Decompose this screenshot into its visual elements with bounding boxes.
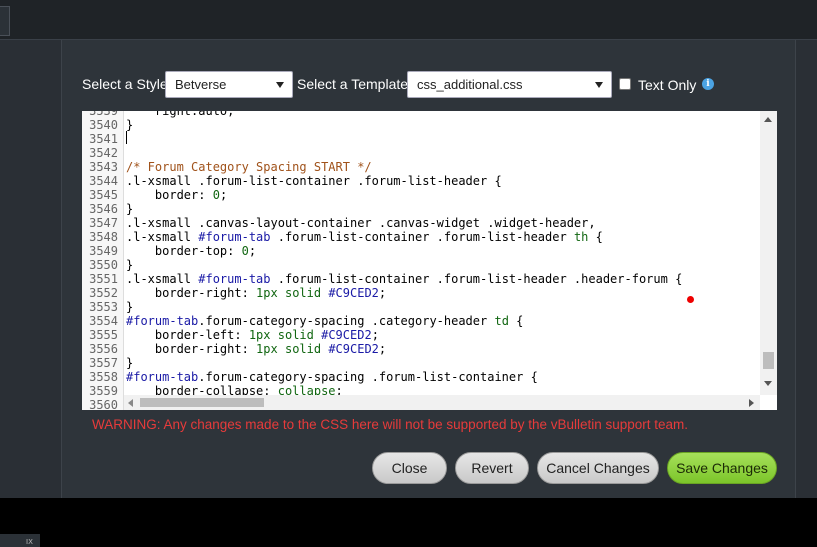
- style-select-label: Select a Style: [82, 76, 168, 92]
- code-line: 3556 border-right: 1px solid #C9CED2;: [82, 342, 762, 356]
- horizontal-scrollbar[interactable]: [124, 395, 760, 410]
- template-select-value: css_additional.css: [417, 77, 523, 92]
- save-changes-button[interactable]: Save Changes: [667, 452, 777, 484]
- top-tab[interactable]: [0, 6, 10, 36]
- bottom-tab[interactable]: [0, 534, 40, 547]
- code-text: .l-xsmall .forum-list-container .forum-l…: [126, 174, 502, 188]
- code-text: }: [126, 300, 134, 314]
- line-number: 3539: [89, 111, 118, 118]
- template-select-label: Select a Template: [297, 76, 409, 92]
- red-dot-marker: [687, 296, 694, 303]
- code-editor[interactable]: 3539 right:auto; 3540} 3541 3542 3543/* Foru…: [82, 111, 777, 410]
- code-line: 3554 #forum-tab.forum-category-spacing .c…: [82, 314, 762, 328]
- code-line: 3552 border-right: 1px solid #C9CED2;: [82, 286, 762, 300]
- line-number: 3551: [89, 272, 118, 286]
- line-number: 3558: [89, 370, 118, 384]
- scroll-left-arrow-icon[interactable]: [128, 399, 133, 407]
- text-only-label: Text Only: [638, 77, 697, 93]
- scroll-right-arrow-icon[interactable]: [749, 399, 754, 407]
- line-number: 3552: [89, 286, 118, 300]
- code-line: 3553}: [82, 300, 762, 314]
- code-line: 3558 #forum-tab.forum-category-spacing .f…: [82, 370, 762, 384]
- chevron-down-icon: [595, 82, 603, 88]
- cancel-changes-button[interactable]: Cancel Changes: [537, 452, 659, 484]
- line-number: 3549: [89, 244, 118, 258]
- line-number: 3556: [89, 342, 118, 356]
- code-text: #forum-tab.forum-category-spacing .categ…: [126, 314, 524, 328]
- code-line: 3548 .l-xsmall #forum-tab .forum-list-con…: [82, 230, 762, 244]
- line-number: 3548: [89, 230, 118, 244]
- style-select-value: Betverse: [175, 77, 227, 92]
- line-number: 3542: [89, 146, 118, 160]
- line-number: 3554: [89, 314, 118, 328]
- line-number: 3553: [89, 300, 118, 314]
- code-text: .l-xsmall #forum-tab .forum-list-contain…: [126, 230, 603, 244]
- line-number: 3544: [89, 174, 118, 188]
- right-rail: [795, 40, 817, 498]
- code-line: 3542: [82, 146, 762, 160]
- code-text: .l-xsmall .canvas-layout-container .canv…: [126, 216, 596, 230]
- code-line: 3547 .l-xsmall .canvas-layout-container .…: [82, 216, 762, 230]
- line-number: 3550: [89, 258, 118, 272]
- css-support-warning: WARNING: Any changes made to the CSS her…: [92, 417, 689, 432]
- code-line: 3539 right:auto;: [82, 111, 762, 118]
- text-cursor: [126, 131, 127, 144]
- line-number: 3557: [89, 356, 118, 370]
- code-line: 3549 border-top: 0;: [82, 244, 762, 258]
- code-line: 3551 .l-xsmall #forum-tab .forum-list-con…: [82, 272, 762, 286]
- code-text: border-right: 1px solid #C9CED2;: [126, 286, 387, 300]
- vertical-scrollbar[interactable]: [760, 111, 777, 395]
- left-rail: [0, 40, 62, 498]
- code-text: }: [126, 202, 134, 216]
- line-number: 3540: [89, 118, 118, 132]
- code-line: 3541: [82, 132, 762, 146]
- line-number: 3545: [89, 188, 118, 202]
- style-select[interactable]: Betverse: [165, 71, 293, 98]
- code-text: border-left: 1px solid #C9CED2;: [126, 328, 379, 342]
- bottom-bar: [0, 498, 817, 547]
- code-line: 3545 border: 0;: [82, 188, 762, 202]
- line-number: 3541: [89, 132, 118, 146]
- line-number: 3559: [89, 384, 118, 398]
- line-number: 3560: [89, 398, 118, 410]
- code-line: 3540}: [82, 118, 762, 132]
- top-bar: [0, 0, 817, 40]
- info-icon[interactable]: i: [702, 78, 714, 90]
- line-number: 3543: [89, 160, 118, 174]
- scroll-up-arrow-icon[interactable]: [764, 117, 772, 122]
- code-text: }: [126, 356, 134, 370]
- code-line: 3546}: [82, 202, 762, 216]
- code-text: border-top: 0;: [126, 244, 257, 258]
- code-line: 3543 /* Forum Category Spacing START */: [82, 160, 762, 174]
- code-text: border: 0;: [126, 188, 228, 202]
- code-text: }: [126, 118, 134, 132]
- code-text: .l-xsmall #forum-tab .forum-list-contain…: [126, 272, 683, 286]
- code-line: 3550}: [82, 258, 762, 272]
- line-number: 3546: [89, 202, 118, 216]
- code-text: }: [126, 258, 134, 272]
- scroll-down-arrow-icon[interactable]: [764, 381, 772, 386]
- code-text: #forum-tab.forum-category-spacing .forum…: [126, 370, 538, 384]
- bottom-tab-label: IX: [26, 538, 33, 546]
- code-text: border-right: 1px solid #C9CED2;: [126, 342, 387, 356]
- code-line: 3544 .l-xsmall .forum-list-container .for…: [82, 174, 762, 188]
- line-number: 3555: [89, 328, 118, 342]
- text-only-checkbox[interactable]: [619, 78, 631, 90]
- code-text: /* Forum Category Spacing START */: [126, 160, 372, 174]
- vertical-scroll-thumb[interactable]: [763, 352, 774, 369]
- close-button[interactable]: Close: [372, 452, 447, 484]
- line-number: 3547: [89, 216, 118, 230]
- code-text: right:auto;: [126, 111, 235, 118]
- code-line: 3555 border-left: 1px solid #C9CED2;: [82, 328, 762, 342]
- horizontal-scroll-thumb[interactable]: [140, 398, 264, 407]
- template-select[interactable]: css_additional.css: [407, 71, 612, 98]
- chevron-down-icon: [276, 82, 284, 88]
- code-line: 3557}: [82, 356, 762, 370]
- revert-button[interactable]: Revert: [455, 452, 529, 484]
